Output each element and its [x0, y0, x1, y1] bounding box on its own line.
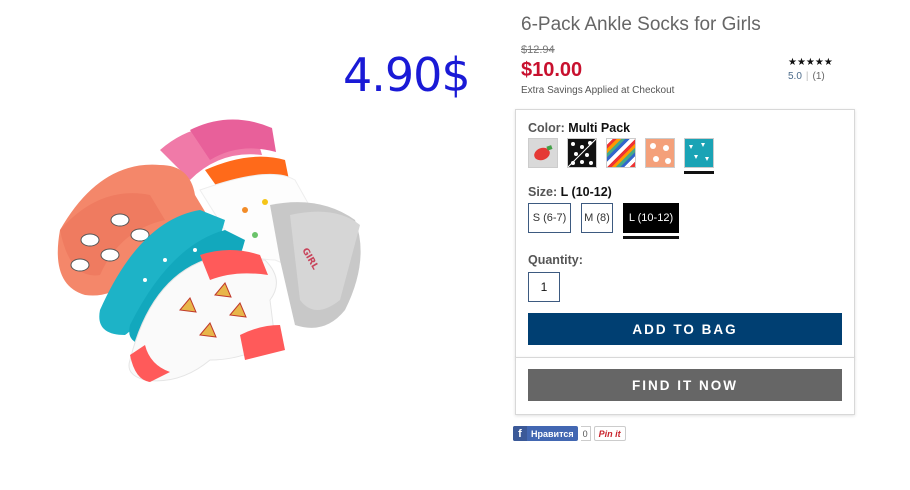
facebook-like-label: Нравится	[531, 428, 574, 439]
quantity-input[interactable]: 1	[528, 272, 560, 302]
pinterest-pin-button[interactable]: Pin it	[593, 426, 626, 441]
product-title: 6-Pack Ankle Socks for Girls	[521, 14, 761, 35]
triangle-pattern-icon	[689, 143, 709, 161]
size-button-s[interactable]: S (6-7)	[528, 203, 571, 233]
savings-note: Extra Savings Applied at Checkout	[521, 85, 675, 96]
rating-separator: |	[805, 71, 809, 82]
size-selected-value: L (10-12)	[560, 185, 612, 199]
swatch-teal-triangles[interactable]	[684, 138, 714, 168]
facebook-like-count: 0	[580, 426, 591, 441]
size-label: Size:	[528, 185, 558, 199]
facebook-like-button[interactable]: f Нравится	[513, 426, 578, 441]
size-l-wrap: L (10-12)	[623, 203, 679, 239]
find-it-now-button[interactable]: FIND IT NOW	[528, 369, 842, 401]
swatch-teal-selected-wrap	[684, 138, 714, 174]
dots-pattern-icon	[568, 139, 596, 167]
strawberry-icon	[534, 145, 553, 161]
color-selected-value: Multi Pack	[568, 121, 631, 135]
add-to-bag-button[interactable]: ADD TO BAG	[528, 313, 842, 345]
size-option-label: Size: L (10-12)	[528, 185, 612, 199]
quantity-label: Quantity:	[528, 253, 583, 267]
rating-stars-icon: ★★★★★	[788, 57, 833, 68]
find-it-panel: FIND IT NOW	[515, 357, 855, 415]
size-button-l[interactable]: L (10-12)	[623, 203, 679, 233]
overlay-price-text: 4.90$	[343, 48, 471, 102]
social-buttons: f Нравится 0 Pin it	[513, 426, 626, 441]
original-price: $12.94	[521, 44, 555, 56]
swatch-strawberry[interactable]	[528, 138, 558, 168]
flower-pattern-icon	[650, 143, 671, 164]
facebook-icon: f	[513, 426, 527, 441]
product-image: GIRL	[57, 119, 361, 382]
swatch-black-dots[interactable]	[567, 138, 597, 168]
review-count[interactable]: (1)	[813, 71, 825, 82]
color-label: Color:	[528, 121, 565, 135]
size-options: S (6-7) M (8) L (10-12)	[528, 203, 679, 239]
swatch-selected-indicator	[684, 171, 714, 174]
product-options-panel: Color: Multi Pack Size: L (10-12) S (6-7…	[515, 109, 855, 358]
size-selected-indicator	[623, 236, 679, 239]
size-button-m[interactable]: M (8)	[581, 203, 613, 233]
swatch-rainbow-stripes[interactable]	[606, 138, 636, 168]
rating-meta: 5.0 | (1)	[788, 71, 843, 82]
rating-score[interactable]: 5.0	[788, 71, 802, 82]
color-option-label: Color: Multi Pack	[528, 121, 630, 135]
swatch-peach-dots[interactable]	[645, 138, 675, 168]
color-swatches	[528, 138, 714, 174]
product-rating[interactable]: ★★★★★ 5.0 | (1)	[788, 57, 843, 82]
sale-price: $10.00	[521, 59, 583, 81]
